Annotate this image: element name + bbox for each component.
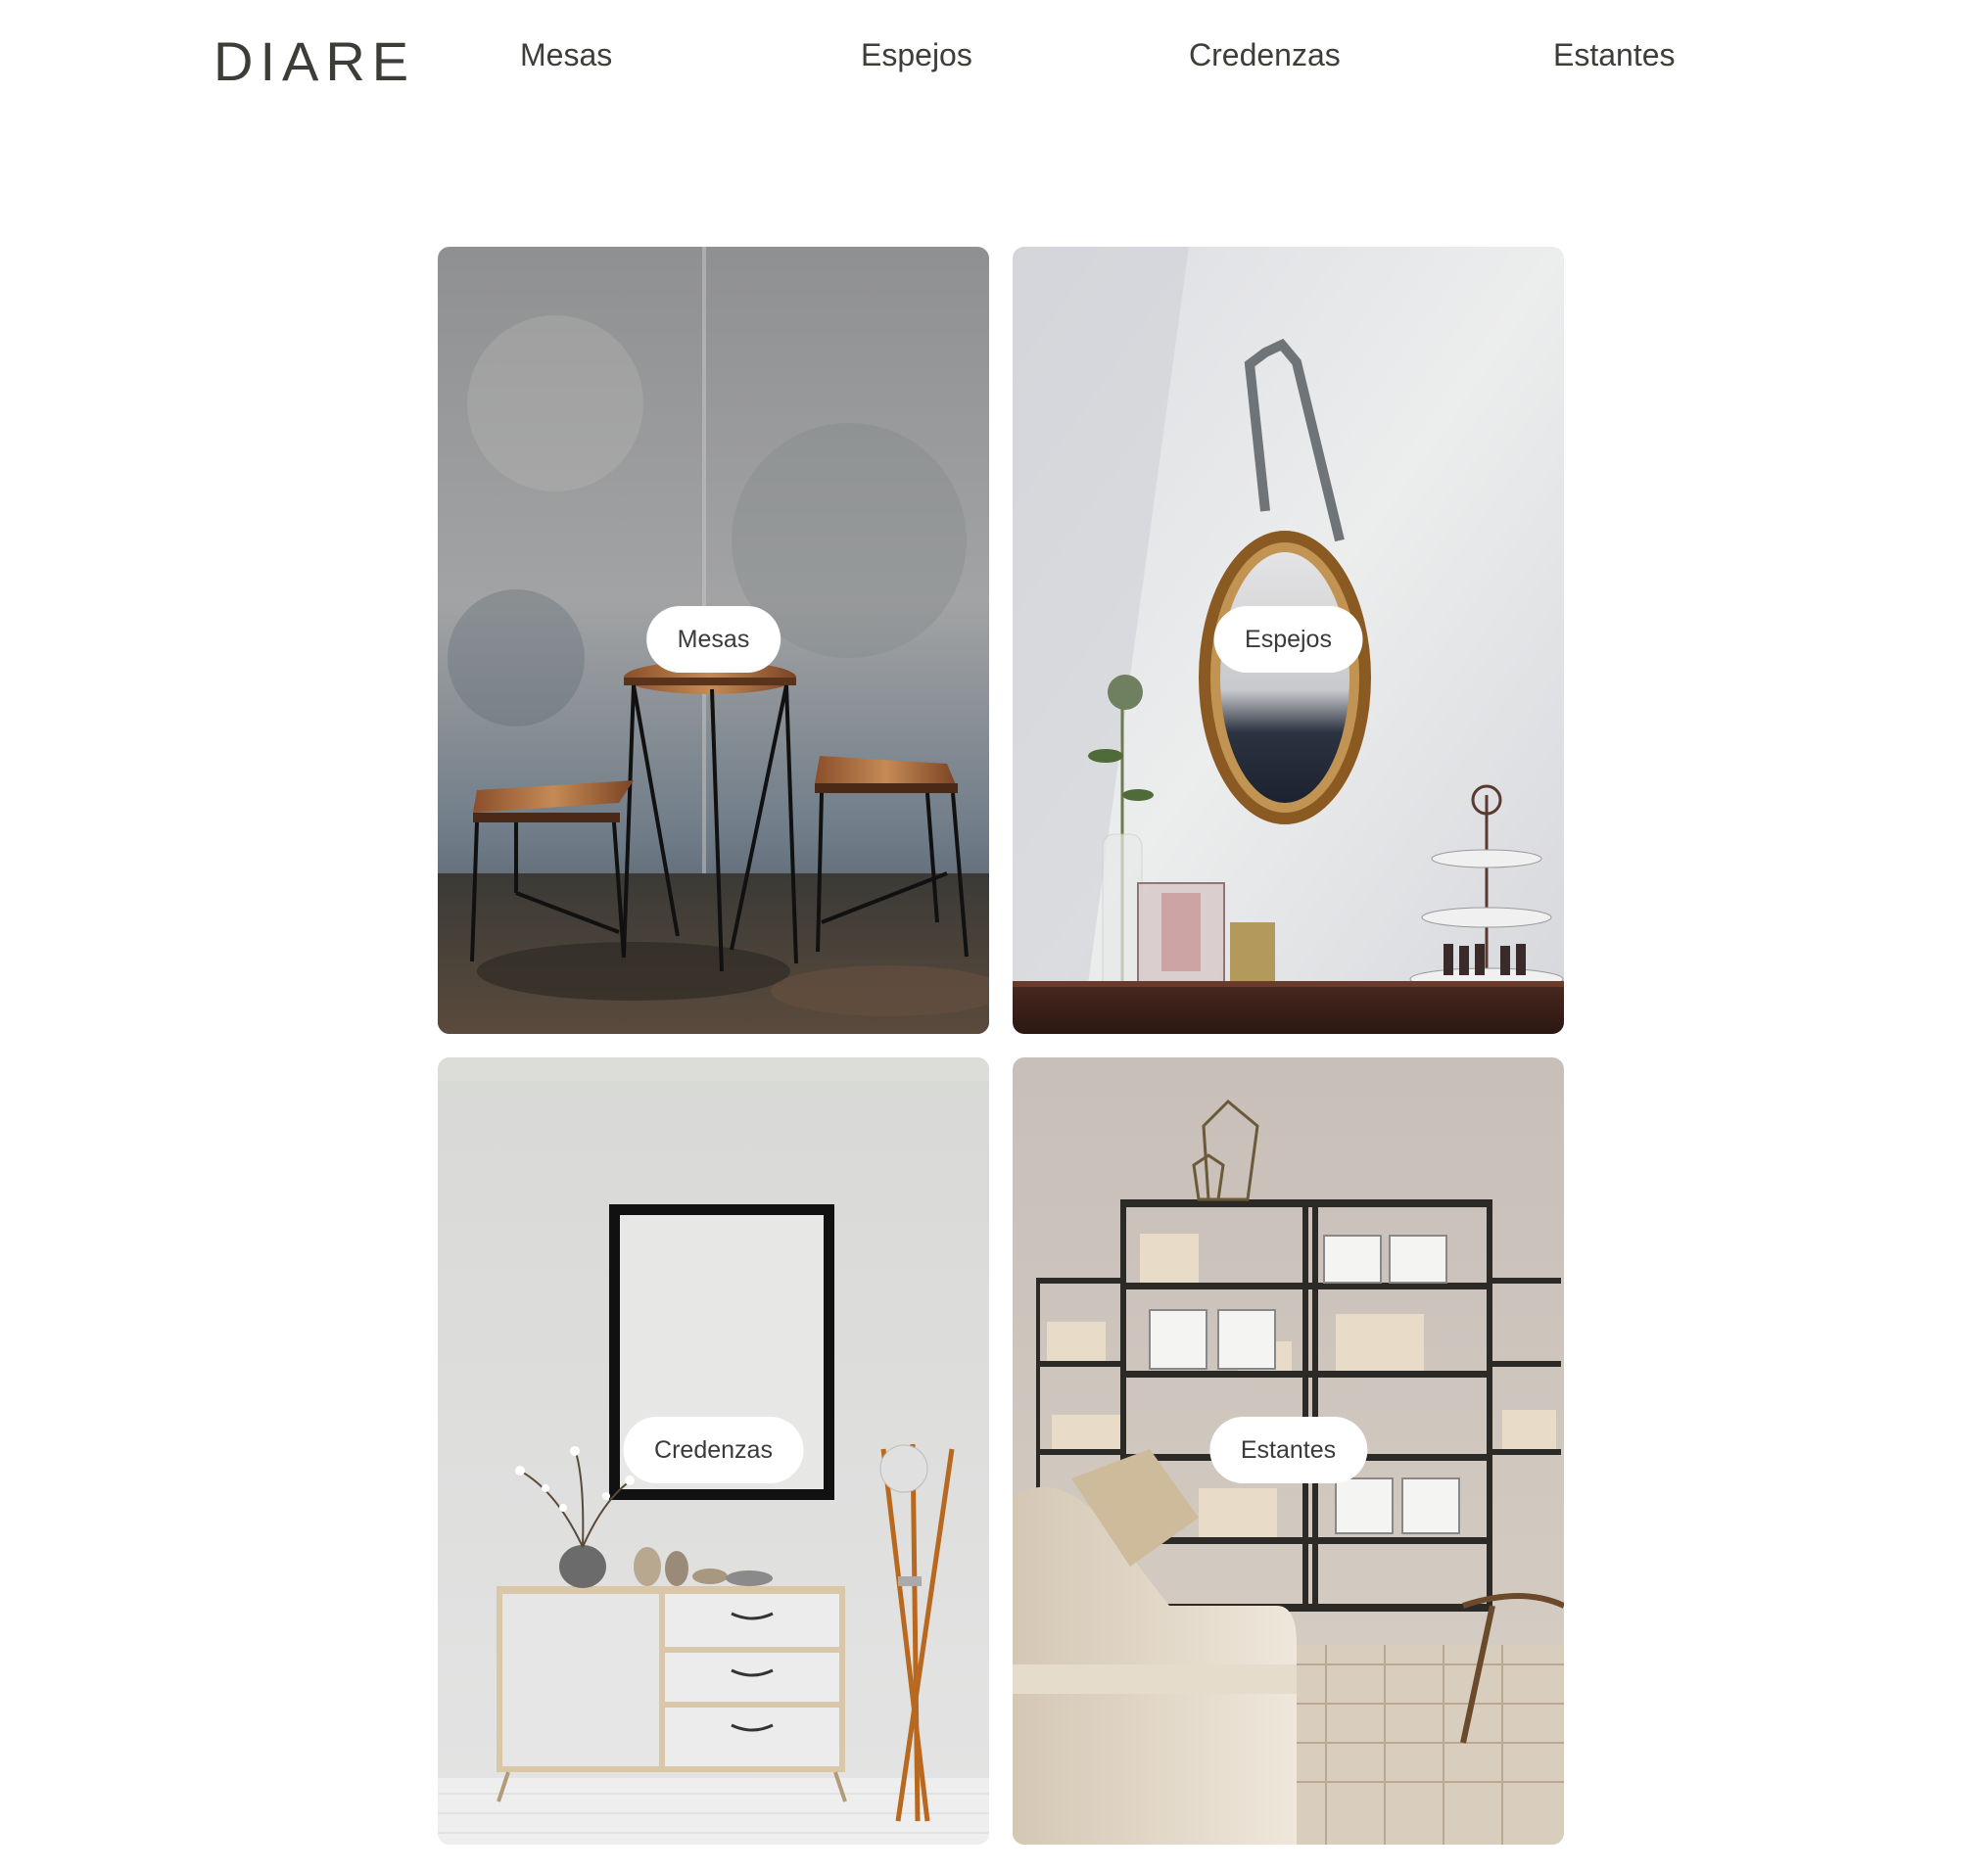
category-label-estantes[interactable]: Estantes [1208, 1417, 1368, 1483]
nav-link-credenzas[interactable]: Credenzas [1189, 37, 1341, 73]
site-header: DIARE Mesas Espejos Credenzas Estantes [0, 0, 1988, 110]
category-grid: Mesas Espejos Credenzas Estantes [438, 247, 1564, 1845]
category-label-espejos[interactable]: Espejos [1213, 606, 1363, 673]
brand-logo[interactable]: DIARE [213, 29, 415, 93]
nav-link-espejos[interactable]: Espejos [861, 37, 972, 73]
nav-link-estantes[interactable]: Estantes [1553, 37, 1676, 73]
nav-link-mesas[interactable]: Mesas [520, 37, 612, 73]
category-card-credenzas[interactable]: Credenzas [438, 1057, 989, 1845]
category-card-mesas[interactable]: Mesas [438, 247, 989, 1034]
category-card-estantes[interactable]: Estantes [1013, 1057, 1564, 1845]
category-card-espejos[interactable]: Espejos [1013, 247, 1564, 1034]
category-label-credenzas[interactable]: Credenzas [623, 1417, 804, 1483]
category-label-mesas[interactable]: Mesas [645, 606, 781, 673]
